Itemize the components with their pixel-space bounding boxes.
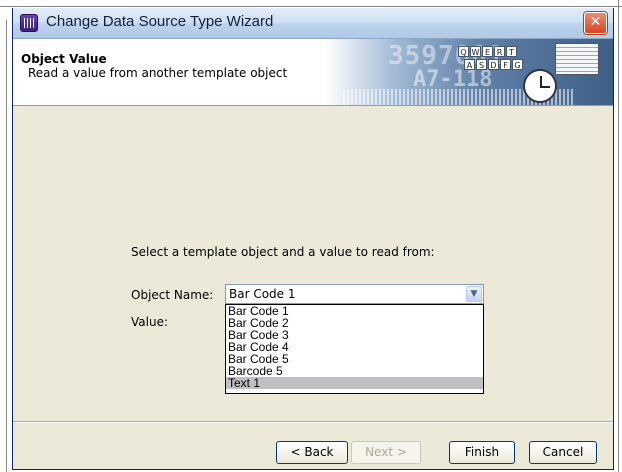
window-title: Change Data Source Type Wizard <box>46 13 274 30</box>
finish-button[interactable]: Finish <box>449 441 515 464</box>
back-button[interactable]: < Back <box>276 441 348 464</box>
object-name-selected: Bar Code 1 <box>229 287 296 301</box>
wizard-header: 3597001 A7-118 QWERTASDFG Object Value R… <box>13 39 613 106</box>
footer-separator <box>13 421 613 423</box>
page-subtitle: Read a value from another template objec… <box>28 66 288 80</box>
close-button[interactable]: ✕ <box>584 12 607 34</box>
keyboard-key: E <box>482 46 493 57</box>
keyboard-key: A <box>464 59 475 70</box>
object-name-dropdown-list[interactable]: Bar Code 1 Bar Code 2 Bar Code 3 Bar Code 4… <box>225 304 484 394</box>
page-title: Object Value <box>21 52 107 66</box>
next-button[interactable]: Next > <box>351 441 421 464</box>
wizard-dialog: Change Data Source Type Wizard ✕ 3597001… <box>12 8 614 470</box>
cancel-button[interactable]: Cancel <box>529 441 597 464</box>
keyboard-key: T <box>506 46 517 57</box>
chevron-down-icon[interactable]: ▼ <box>466 286 482 302</box>
keyboard-key: W <box>470 46 481 57</box>
keyboard-key: F <box>500 59 511 70</box>
background-line-right <box>618 0 619 472</box>
label-sheet-graphic <box>555 43 599 75</box>
keyboard-key: S <box>476 59 487 70</box>
clock-icon <box>523 69 557 103</box>
keyboard-key: G <box>512 59 523 70</box>
value-label: Value: <box>131 315 168 329</box>
dropdown-option[interactable]: Barcode 5 <box>226 365 483 377</box>
app-icon <box>20 14 38 32</box>
object-name-select[interactable]: Bar Code 1 ▼ <box>225 284 484 304</box>
instruction-text: Select a template object and a value to … <box>131 245 435 259</box>
background-line-left <box>6 20 7 472</box>
keyboard-key: Q <box>458 46 469 57</box>
object-name-label: Object Name: <box>131 288 214 302</box>
background-line-top <box>0 6 622 7</box>
keyboard-key: D <box>488 59 499 70</box>
title-bar[interactable]: Change Data Source Type Wizard ✕ <box>13 8 613 39</box>
keyboard-key: R <box>494 46 505 57</box>
dropdown-option[interactable]: Text 1 <box>226 377 483 389</box>
